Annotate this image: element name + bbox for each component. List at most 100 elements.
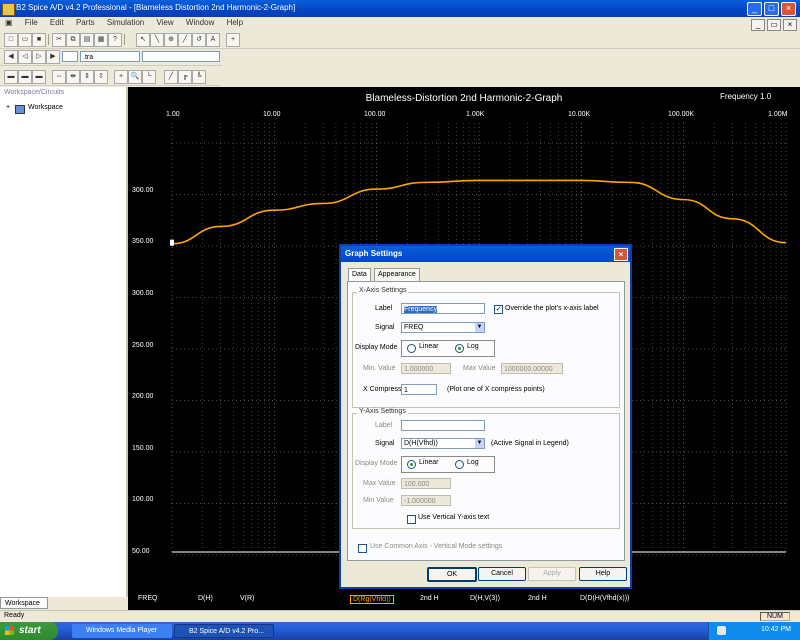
legend-item[interactable]: 2nd H	[420, 595, 439, 602]
grid-icon[interactable]: ╚	[192, 70, 206, 84]
workspace-icon	[15, 105, 25, 114]
menu-help[interactable]: Help	[222, 17, 248, 28]
mdi-minimize-button[interactable]: _	[751, 19, 765, 31]
tab-appearance[interactable]: Appearance	[374, 268, 420, 281]
mdi-close-button[interactable]: ×	[783, 19, 797, 31]
menu-view[interactable]: View	[151, 17, 178, 28]
y-linear-radio[interactable]	[407, 460, 416, 469]
vertical-text-label: Use Vertical Y-axis text	[418, 514, 490, 521]
x-log-radio[interactable]	[455, 344, 464, 353]
new-icon[interactable]: □	[4, 33, 18, 47]
wire-icon[interactable]: ╲	[150, 33, 164, 47]
legend-item[interactable]: D(H,V(3))	[470, 595, 500, 602]
x-tick-label: 100.00	[364, 111, 386, 118]
y-max-input[interactable]: 100.000	[401, 478, 451, 489]
cursor-icon[interactable]: ╱	[164, 70, 178, 84]
rotate-icon[interactable]: ↺	[192, 33, 206, 47]
close-button[interactable]: ×	[781, 2, 796, 16]
crosshair-icon[interactable]: +	[114, 70, 128, 84]
x-label-input[interactable]: Frequency	[401, 303, 485, 314]
tree-item-workspace[interactable]: Workspace	[28, 104, 63, 111]
override-checkbox[interactable]: ✓	[494, 305, 503, 314]
menu-simulation[interactable]: Simulation	[102, 17, 149, 28]
graph-tool-icon[interactable]: ▬	[32, 70, 46, 84]
status-text: Ready	[4, 612, 25, 619]
cancel-button[interactable]: Cancel	[478, 567, 526, 581]
back-icon[interactable]: ◀	[4, 50, 18, 64]
print-icon[interactable]: ▦	[94, 33, 108, 47]
sim-field-3[interactable]	[142, 51, 220, 62]
legend-item[interactable]: 2nd H	[528, 595, 547, 602]
vertical-text-checkbox[interactable]	[407, 515, 416, 524]
menu-file[interactable]: File	[20, 17, 43, 28]
taskbar-item-media-player[interactable]: Windows Media Player	[72, 624, 172, 638]
app-icon	[2, 3, 15, 16]
help-icon[interactable]: ?	[108, 33, 122, 47]
mdi-restore-button[interactable]: ▭	[767, 19, 781, 31]
add-icon[interactable]: +	[226, 33, 240, 47]
start-button[interactable]: start	[0, 622, 58, 640]
taskbar-item-b2spice[interactable]: B2 Spice A/D v4.2 Pro...	[174, 624, 274, 638]
y-signal-select[interactable]: D(H(Vfhd)) ▼	[401, 438, 485, 449]
legend-item[interactable]: FREQ	[138, 595, 157, 602]
x-label-caption: Label	[375, 305, 393, 312]
menu-edit[interactable]: Edit	[45, 17, 69, 28]
common-axis-checkbox[interactable]	[358, 544, 367, 553]
x-signal-select[interactable]: FREQ ▼	[401, 322, 485, 333]
sim-field-2[interactable]: .tra	[80, 51, 140, 62]
pointer-icon[interactable]: ↖	[136, 33, 150, 47]
tab-data[interactable]: Data	[348, 268, 371, 281]
step-forward-icon[interactable]: ▷	[32, 50, 46, 64]
open-icon[interactable]: ▭	[18, 33, 32, 47]
y-min-input[interactable]: -1.000000	[401, 495, 451, 506]
x-compress-input[interactable]: 1	[401, 384, 437, 395]
minimize-button[interactable]: _	[747, 2, 762, 16]
tree-expand-icon[interactable]: +	[6, 104, 10, 111]
workspace-tab[interactable]: Workspace	[0, 597, 48, 609]
menu-window[interactable]: Window	[181, 17, 219, 28]
ok-button[interactable]: OK	[427, 567, 477, 582]
paste-icon[interactable]: ▤	[80, 33, 94, 47]
menu-parts[interactable]: Parts	[71, 17, 100, 28]
y-tick-label: 350.00	[132, 238, 154, 245]
text-icon[interactable]: A	[206, 33, 220, 47]
shrink-y-icon[interactable]: ⇳	[94, 70, 108, 84]
x-max-input[interactable]: 1000000.00000	[501, 363, 563, 374]
y-min-caption: Min Value	[363, 497, 394, 504]
save-icon[interactable]: ■	[32, 33, 46, 47]
dialog-close-button[interactable]: ×	[614, 248, 628, 261]
legend-item[interactable]: V(R)	[240, 595, 254, 602]
expand-x-icon[interactable]: ⇔	[52, 70, 66, 84]
legend-item[interactable]: D(H)	[198, 595, 213, 602]
apply-button[interactable]: Apply	[528, 567, 576, 581]
sim-field-1[interactable]	[62, 51, 78, 62]
legend-item[interactable]: D(D(H(Vfhd(x)))	[580, 595, 629, 602]
maximize-button[interactable]: □	[764, 2, 779, 16]
cut-icon[interactable]: ✂	[52, 33, 66, 47]
y-tick-label: 200.00	[132, 393, 154, 400]
y-log-radio[interactable]	[455, 460, 464, 469]
graph-tool-icon[interactable]: ▬	[18, 70, 32, 84]
zoom-icon[interactable]: ⊕	[164, 33, 178, 47]
x-axis-group-label: X-Axis Settings	[357, 287, 409, 294]
forward-icon[interactable]: ▶	[46, 50, 60, 64]
graph-tool-icon[interactable]: ▬	[4, 70, 18, 84]
expand-y-icon[interactable]: ⇕	[80, 70, 94, 84]
x-linear-radio[interactable]	[407, 344, 416, 353]
tray-icon[interactable]	[717, 626, 726, 635]
y-tick-label: 300.00	[132, 290, 154, 297]
help-button[interactable]: Help	[579, 567, 627, 581]
axis-icon[interactable]: └	[142, 70, 156, 84]
x-signal-caption: Signal	[375, 324, 395, 331]
zoom-icon[interactable]: 🔍	[128, 70, 142, 84]
copy-icon[interactable]: ⧉	[66, 33, 80, 47]
legend-item-active[interactable]: D(Rg(Vhfd))	[350, 595, 394, 604]
y-log-label: Log	[467, 459, 479, 466]
step-back-icon[interactable]: ◁	[18, 50, 32, 64]
x-min-input[interactable]: 1.000000	[401, 363, 451, 374]
y-label-input[interactable]	[401, 420, 485, 431]
shrink-x-icon[interactable]: ⇼	[66, 70, 80, 84]
grid-icon[interactable]: ╔	[178, 70, 192, 84]
tool-icon[interactable]: ╱	[178, 33, 192, 47]
y-linear-label: Linear	[419, 459, 439, 466]
